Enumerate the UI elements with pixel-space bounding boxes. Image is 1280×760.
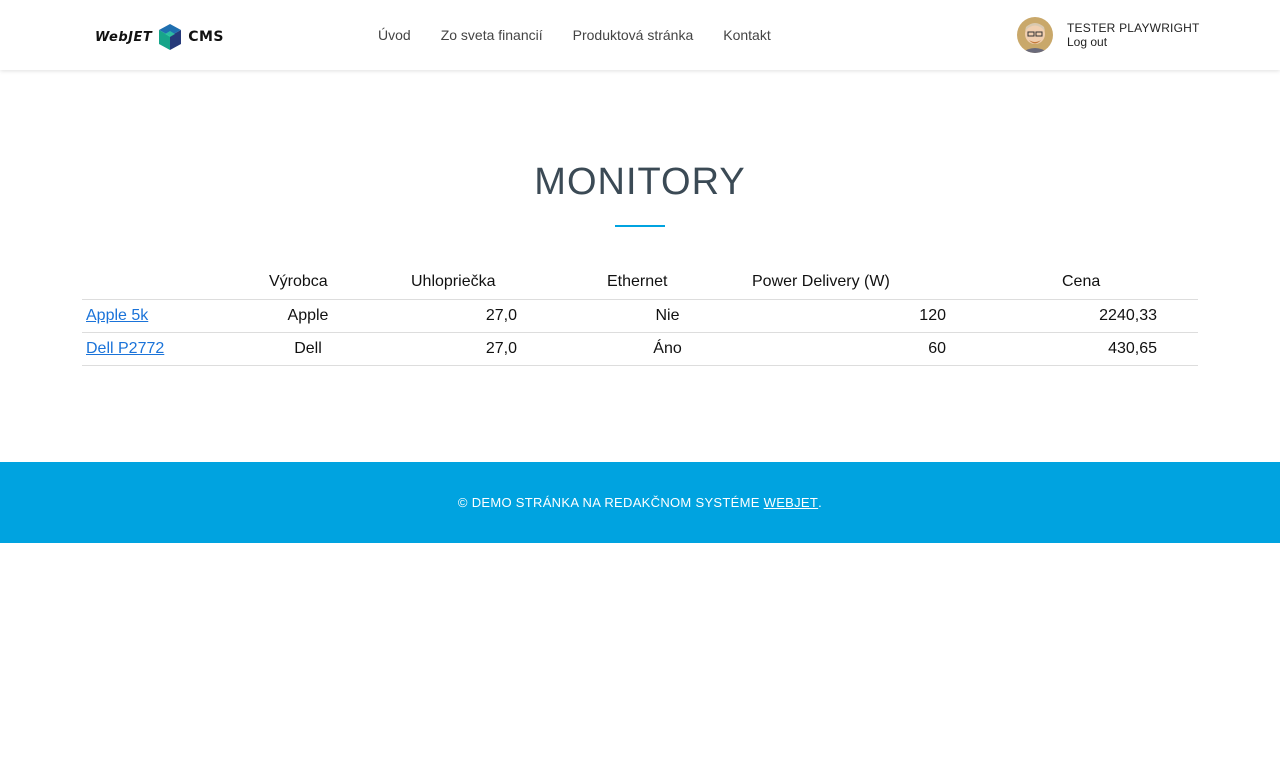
cena-cell: 430,65: [1058, 332, 1198, 366]
monitors-table: Výrobca Uhlopriečka Ethernet Power Deliv…: [82, 266, 1198, 366]
power-delivery-cell: 60: [748, 332, 1058, 366]
power-delivery-cell: 120: [748, 299, 1058, 333]
logo-text-webjet: WebJET: [95, 29, 153, 45]
column-header-vyrobca: Výrobca: [265, 266, 407, 300]
cube-logo-icon: [159, 24, 182, 50]
column-header-power-delivery: Power Delivery (W): [748, 266, 1058, 300]
uhlopriecka-cell: 27,0: [407, 332, 603, 366]
ethernet-cell: Nie: [603, 299, 748, 333]
vyrobca-cell: Apple: [265, 299, 407, 333]
cena-cell: 2240,33: [1058, 299, 1198, 333]
footer-suffix: .: [818, 495, 823, 510]
uhlopriecka-cell: 27,0: [407, 299, 603, 333]
nav-item-zo-sveta-financii[interactable]: Zo sveta financií: [441, 27, 543, 43]
product-link-dell-p2772[interactable]: Dell P2772: [86, 340, 164, 357]
table-header-row: Výrobca Uhlopriečka Ethernet Power Deliv…: [82, 266, 1198, 300]
nav-item-uvod[interactable]: Úvod: [378, 27, 411, 43]
page-title: MONITORY: [534, 161, 746, 203]
product-name-cell: Dell P2772: [82, 332, 265, 366]
user-panel: TESTER PLAYWRIGHT Log out: [1017, 17, 1200, 53]
user-info: TESTER PLAYWRIGHT Log out: [1067, 21, 1200, 49]
site-footer: © DEMO STRÁNKA NA REDAKČNOM SYSTÉME WEBJ…: [0, 462, 1280, 543]
ethernet-cell: Áno: [603, 332, 748, 366]
logout-link[interactable]: Log out: [1067, 35, 1200, 49]
column-header-name: [82, 266, 265, 300]
product-link-apple-5k[interactable]: Apple 5k: [86, 307, 148, 324]
monitors-table-wrap: Výrobca Uhlopriečka Ethernet Power Deliv…: [82, 266, 1198, 366]
avatar[interactable]: [1017, 17, 1053, 53]
user-avatar-icon: [1017, 17, 1053, 53]
table-row: Apple 5k Apple 27,0 Nie 120 2240,33: [82, 299, 1198, 333]
webjet-cms-logo[interactable]: WebJET CMS: [95, 22, 224, 52]
vyrobca-cell: Dell: [265, 332, 407, 366]
nav-item-kontakt[interactable]: Kontakt: [723, 27, 770, 43]
logo-text-cms: CMS: [188, 29, 225, 45]
title-underline: [615, 225, 665, 227]
main-nav: Úvod Zo sveta financií Produktová stránk…: [378, 27, 801, 43]
site-header: WebJET CMS Úvod Zo sveta financií Produk…: [0, 0, 1280, 70]
column-header-uhlopriecka: Uhlopriečka: [407, 266, 603, 300]
footer-webjet-link[interactable]: WEBJET: [764, 495, 819, 510]
nav-item-produktova-stranka[interactable]: Produktová stránka: [573, 27, 694, 43]
user-name: TESTER PLAYWRIGHT: [1067, 21, 1200, 35]
column-header-ethernet: Ethernet: [603, 266, 748, 300]
table-row: Dell P2772 Dell 27,0 Áno 60 430,65: [82, 332, 1198, 366]
footer-text: © DEMO STRÁNKA NA REDAKČNOM SYSTÉME: [457, 495, 760, 510]
column-header-cena: Cena: [1058, 266, 1198, 300]
product-name-cell: Apple 5k: [82, 299, 265, 333]
